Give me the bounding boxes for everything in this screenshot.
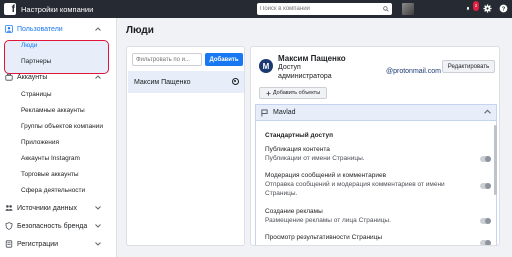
company-search[interactable] bbox=[257, 3, 392, 15]
sidebar-section-registrations[interactable]: Регистрации bbox=[5, 240, 101, 248]
permission-toggle[interactable] bbox=[480, 240, 491, 245]
top-bar: f Настройки компании 2 ? bbox=[0, 0, 512, 18]
permission-toggle[interactable] bbox=[480, 156, 491, 162]
shield-icon bbox=[5, 222, 13, 230]
sidebar-item-pages[interactable]: Страницы bbox=[21, 91, 52, 98]
sidebar-section-label: Аккаунты bbox=[17, 73, 48, 81]
gear-icon[interactable] bbox=[482, 3, 492, 13]
add-person-button[interactable]: Добавить bbox=[205, 53, 243, 66]
chevron-up-icon[interactable] bbox=[95, 75, 101, 79]
facebook-logo-icon[interactable]: f bbox=[4, 3, 16, 15]
permission-title: Модерация сообщений и комментариев bbox=[265, 172, 387, 179]
notifications-badge: 2 bbox=[472, 1, 479, 11]
detail-email: @protonmail.com bbox=[386, 68, 441, 75]
plus-icon bbox=[266, 90, 271, 96]
sidebar-item-people[interactable]: Люди bbox=[21, 42, 37, 49]
chevron-down-icon[interactable] bbox=[95, 206, 101, 210]
people-filter-input[interactable] bbox=[136, 56, 200, 63]
users-icon bbox=[5, 25, 13, 33]
sidebar-item-apps[interactable]: Приложения bbox=[21, 139, 59, 146]
notifications-icon[interactable]: 2 bbox=[466, 1, 479, 13]
selected-radio-icon[interactable] bbox=[232, 78, 239, 85]
sidebar-section-label: Регистрации bbox=[17, 240, 59, 248]
sidebar-section-data-sources[interactable]: Источники данных bbox=[5, 204, 101, 212]
permission-title: Создание рекламы bbox=[265, 208, 323, 215]
sidebar-item-business-field[interactable]: Сфера деятельности bbox=[21, 187, 85, 194]
permissions-heading: Стандартный доступ bbox=[265, 132, 334, 139]
company-search-input[interactable] bbox=[260, 6, 370, 12]
sidebar-section-accounts[interactable]: Аккаунты bbox=[5, 73, 101, 81]
chevron-down-icon[interactable] bbox=[95, 224, 101, 228]
people-filter[interactable] bbox=[132, 53, 202, 66]
permission-title: Публикация контента bbox=[265, 146, 330, 153]
sidebar-item-commerce-accounts[interactable]: Торговые аккаунты bbox=[21, 171, 79, 178]
page-title: Люди bbox=[126, 25, 154, 36]
permission-title: Просмотр результативности Страницы bbox=[265, 234, 383, 241]
permission-toggle[interactable] bbox=[480, 218, 491, 224]
scrollbar[interactable] bbox=[494, 125, 497, 195]
data-sources-icon bbox=[5, 205, 13, 211]
svg-text:?: ? bbox=[501, 6, 505, 12]
sidebar-item-ad-accounts[interactable]: Рекламные аккаунты bbox=[21, 107, 85, 114]
page-name: Mavlad bbox=[273, 109, 296, 116]
page-permissions-header[interactable]: Mavlad bbox=[255, 104, 497, 121]
help-icon[interactable]: ? bbox=[498, 3, 508, 13]
sidebar-section-label: Источники данных bbox=[17, 204, 77, 212]
detail-role: администратора bbox=[278, 73, 332, 80]
registrations-icon bbox=[5, 240, 13, 248]
person-avatar: М bbox=[259, 59, 273, 73]
permission-description: Отправка сообщений и модерация комментар… bbox=[265, 181, 445, 197]
sidebar-highlight-outline bbox=[4, 40, 109, 74]
person-detail-panel: М Максим Пащенко Доступ администратора @… bbox=[250, 46, 500, 246]
sidebar-section-users[interactable]: Пользователи bbox=[5, 25, 101, 33]
permission-description: Публикации от имени Страницы. bbox=[265, 155, 365, 162]
chevron-up-icon[interactable] bbox=[95, 27, 101, 31]
sidebar-item-instagram-accounts[interactable]: Аккаунты Instagram bbox=[21, 155, 80, 162]
detail-person-name: Максим Пащенко bbox=[278, 54, 346, 63]
permissions-list: Стандартный доступ Публикация контента П… bbox=[255, 121, 497, 245]
app-title: Настройки компании bbox=[21, 4, 94, 14]
user-avatar[interactable] bbox=[402, 3, 414, 15]
chevron-down-icon[interactable] bbox=[95, 242, 101, 246]
chevron-up-icon[interactable] bbox=[484, 109, 491, 114]
sidebar-item-partners[interactable]: Партнеры bbox=[21, 58, 51, 65]
sidebar-section-label: Пользователи bbox=[17, 25, 63, 33]
flag-icon bbox=[261, 109, 268, 116]
sidebar-item-asset-groups[interactable]: Группы объектов компании bbox=[21, 123, 103, 130]
person-name: Максим Пащенко bbox=[134, 78, 191, 86]
edit-button[interactable]: Редактировать bbox=[442, 60, 495, 73]
list-item[interactable]: Максим Пащенко bbox=[128, 71, 244, 93]
people-list-panel: Добавить Максим Пащенко bbox=[126, 46, 245, 246]
permission-toggle[interactable] bbox=[480, 183, 491, 189]
permission-description: Размещение рекламы от лица Страницы. bbox=[265, 217, 391, 224]
detail-access-label: Доступ bbox=[278, 64, 301, 71]
sidebar-section-label: Безопасность бренда bbox=[17, 222, 88, 230]
accounts-icon bbox=[5, 73, 13, 81]
search-icon[interactable] bbox=[383, 6, 389, 12]
sidebar: Пользователи Люди Партнеры Аккаунты Стра… bbox=[0, 18, 117, 257]
add-objects-button[interactable]: Добавить объекты bbox=[259, 87, 327, 99]
add-objects-label: Добавить объекты bbox=[272, 90, 321, 96]
sidebar-section-brand-safety[interactable]: Безопасность бренда bbox=[5, 222, 101, 230]
